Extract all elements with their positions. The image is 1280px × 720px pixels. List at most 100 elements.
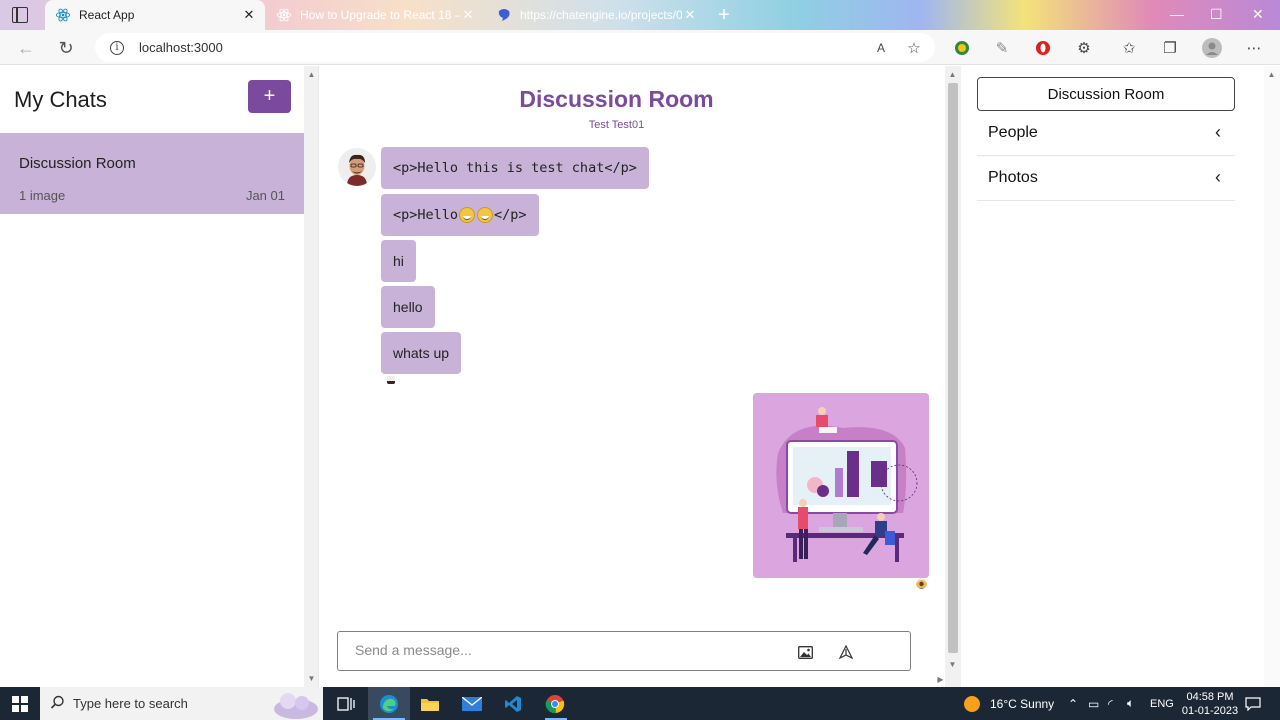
tab-react-app[interactable]: React App ✕ — [45, 0, 265, 30]
mail-icon[interactable] — [461, 693, 483, 715]
chevron-left-icon[interactable]: ‹ — [1215, 122, 1221, 143]
grinning-emoji-icon — [477, 207, 494, 223]
info-icon[interactable]: i — [110, 40, 124, 55]
close-icon[interactable]: ✕ — [682, 7, 698, 23]
message-bubble[interactable]: <p>Hello this is test chat</p> — [381, 147, 649, 189]
close-window-icon[interactable]: ✕ — [1252, 6, 1264, 23]
file-explorer-icon[interactable] — [419, 693, 441, 715]
opera-icon[interactable] — [1033, 38, 1053, 58]
language-indicator[interactable]: ENG — [1150, 687, 1174, 720]
close-icon[interactable]: ✕ — [241, 7, 257, 23]
clock-time: 04:58 PM — [1186, 691, 1234, 703]
chat-feed: Discussion Room Test Test01 <p>Hello thi… — [320, 66, 945, 687]
edge-icon[interactable] — [378, 693, 400, 715]
refresh-icon[interactable]: ↻ — [54, 36, 78, 60]
read-receipt-avatar — [916, 578, 927, 589]
chat-card-last-message: 1 image — [19, 188, 66, 203]
battery-icon[interactable]: ▭ — [1088, 687, 1099, 720]
weather-widget[interactable]: 16°C Sunny — [964, 687, 1054, 720]
read-aloud-icon[interactable]: A — [871, 38, 891, 58]
message-text: <p>Hello this is test chat</p> — [393, 160, 637, 176]
browser-tab-strip: React App ✕ How to Upgrade to React 18 –… — [0, 0, 1280, 30]
chevron-left-icon[interactable]: ‹ — [1215, 167, 1221, 188]
address-bar[interactable]: i localhost:3000 — [95, 33, 935, 62]
chat-card-date: Jan 01 — [245, 188, 285, 203]
message-composer — [337, 631, 911, 671]
maximize-icon[interactable]: ☐ — [1210, 6, 1223, 23]
message-text: hello — [393, 299, 423, 315]
chat-list-header: My Chats + — [0, 66, 304, 133]
notifications-icon[interactable] — [1245, 687, 1261, 720]
tab-upgrade-react[interactable]: How to Upgrade to React 18 – Re ✕ — [266, 0, 484, 30]
room-title: Discussion Room — [519, 86, 714, 112]
scroll-up-icon[interactable]: ▲ — [945, 70, 960, 79]
scroll-down-icon[interactable]: ▼ — [945, 660, 960, 669]
tray-overflow-icon[interactable]: ⌃ — [1068, 687, 1078, 720]
browser-toolbar: ← ↻ i localhost:3000 A ☆ ✎ ⚙ ✩ ❐ ⋯ — [0, 30, 1280, 65]
extensions-icon[interactable]: ⚙ — [1074, 38, 1094, 58]
react-icon — [276, 7, 292, 23]
office-illustration-image — [753, 393, 929, 578]
scroll-up-icon[interactable]: ▲ — [1264, 70, 1279, 79]
pen-icon[interactable]: ✎ — [992, 38, 1012, 58]
scrollbar-thumb[interactable] — [948, 83, 958, 653]
favorites-icon[interactable]: ✩ — [1119, 38, 1139, 58]
favorite-add-icon[interactable]: ☆ — [904, 38, 924, 58]
section-people[interactable]: People ‹ — [977, 112, 1235, 156]
scroll-right-icon[interactable]: ▶ — [933, 675, 948, 684]
grinning-emoji-icon — [459, 207, 476, 223]
message-input[interactable] — [355, 642, 775, 658]
send-icon[interactable] — [837, 643, 855, 661]
collections-icon[interactable]: ❐ — [1160, 38, 1180, 58]
settings-scrollbar[interactable]: ▲ — [1264, 66, 1280, 687]
chat-settings-panel: Discussion Room People ‹ Photos ‹ — [962, 66, 1264, 687]
chat-list-panel: My Chats + Discussion Room 1 image Jan 0… — [0, 66, 304, 687]
tab-actions-icon[interactable] — [12, 7, 28, 23]
wifi-icon[interactable]: ◜ — [1108, 687, 1113, 720]
taskbar-search[interactable]: Type here to search — [40, 687, 323, 720]
url-text: localhost:3000 — [139, 40, 223, 55]
weather-text: 16°C Sunny — [990, 696, 1055, 711]
image-message[interactable] — [753, 393, 929, 578]
tab-title: How to Upgrade to React 18 – Re — [300, 8, 460, 22]
section-photos[interactable]: Photos ‹ — [977, 157, 1235, 201]
search-placeholder: Type here to search — [73, 696, 188, 711]
extension-globe-icon[interactable] — [952, 38, 972, 58]
scroll-up-icon[interactable]: ▲ — [304, 70, 319, 79]
sender-avatar[interactable] — [338, 148, 376, 186]
message-bubble[interactable]: <p>Hello </p> — [381, 194, 539, 236]
more-menu-icon[interactable]: ⋯ — [1244, 38, 1264, 58]
tab-chatengine[interactable]: https://chatengine.io/projects/08 ✕ — [486, 0, 706, 30]
volume-icon[interactable]: 🔈︎ — [1127, 687, 1134, 720]
chat-card[interactable]: Discussion Room 1 image Jan 01 — [0, 133, 304, 214]
feed-scrollbar[interactable]: ▲ ▼ ▶ — [937, 66, 961, 687]
tab-title: React App — [79, 8, 135, 22]
task-view-icon[interactable] — [335, 693, 357, 715]
chat-list-title: My Chats — [14, 87, 107, 112]
image-upload-icon[interactable] — [796, 643, 814, 661]
chrome-icon[interactable] — [544, 693, 566, 715]
message-bubble[interactable]: hello — [381, 286, 435, 328]
profile-icon[interactable] — [1202, 38, 1222, 58]
sun-icon — [964, 695, 980, 712]
chat-list-scrollbar[interactable]: ▲ ▼ — [304, 66, 319, 687]
new-chat-button[interactable]: + — [248, 80, 291, 113]
section-label: People — [988, 124, 1038, 141]
back-icon[interactable]: ← — [14, 36, 38, 60]
settings-title: Discussion Room — [977, 77, 1235, 111]
chat-card-title: Discussion Room — [19, 155, 136, 172]
windows-start-icon[interactable] — [12, 696, 28, 712]
close-icon[interactable]: ✕ — [460, 7, 476, 23]
message-text: <p>Hello — [393, 207, 459, 223]
minimize-icon[interactable]: — — [1170, 6, 1184, 22]
windows-taskbar: Type here to search 16°C Sunny ⌃ ▭ ◜ 🔈︎ … — [0, 687, 1280, 720]
message-bubble[interactable]: hi — [381, 240, 416, 282]
message-bubble[interactable]: whats up — [381, 332, 462, 374]
room-subtitle: Test Test01 — [588, 119, 645, 131]
vscode-icon[interactable] — [502, 693, 524, 715]
scroll-down-icon[interactable]: ▼ — [304, 674, 319, 683]
new-tab-button[interactable]: + — [712, 4, 736, 26]
taskbar-clock[interactable]: 04:58 PM 01-01-2023 — [1175, 690, 1245, 718]
tab-title: https://chatengine.io/projects/08 — [520, 8, 682, 22]
message-text: </p> — [494, 207, 527, 223]
